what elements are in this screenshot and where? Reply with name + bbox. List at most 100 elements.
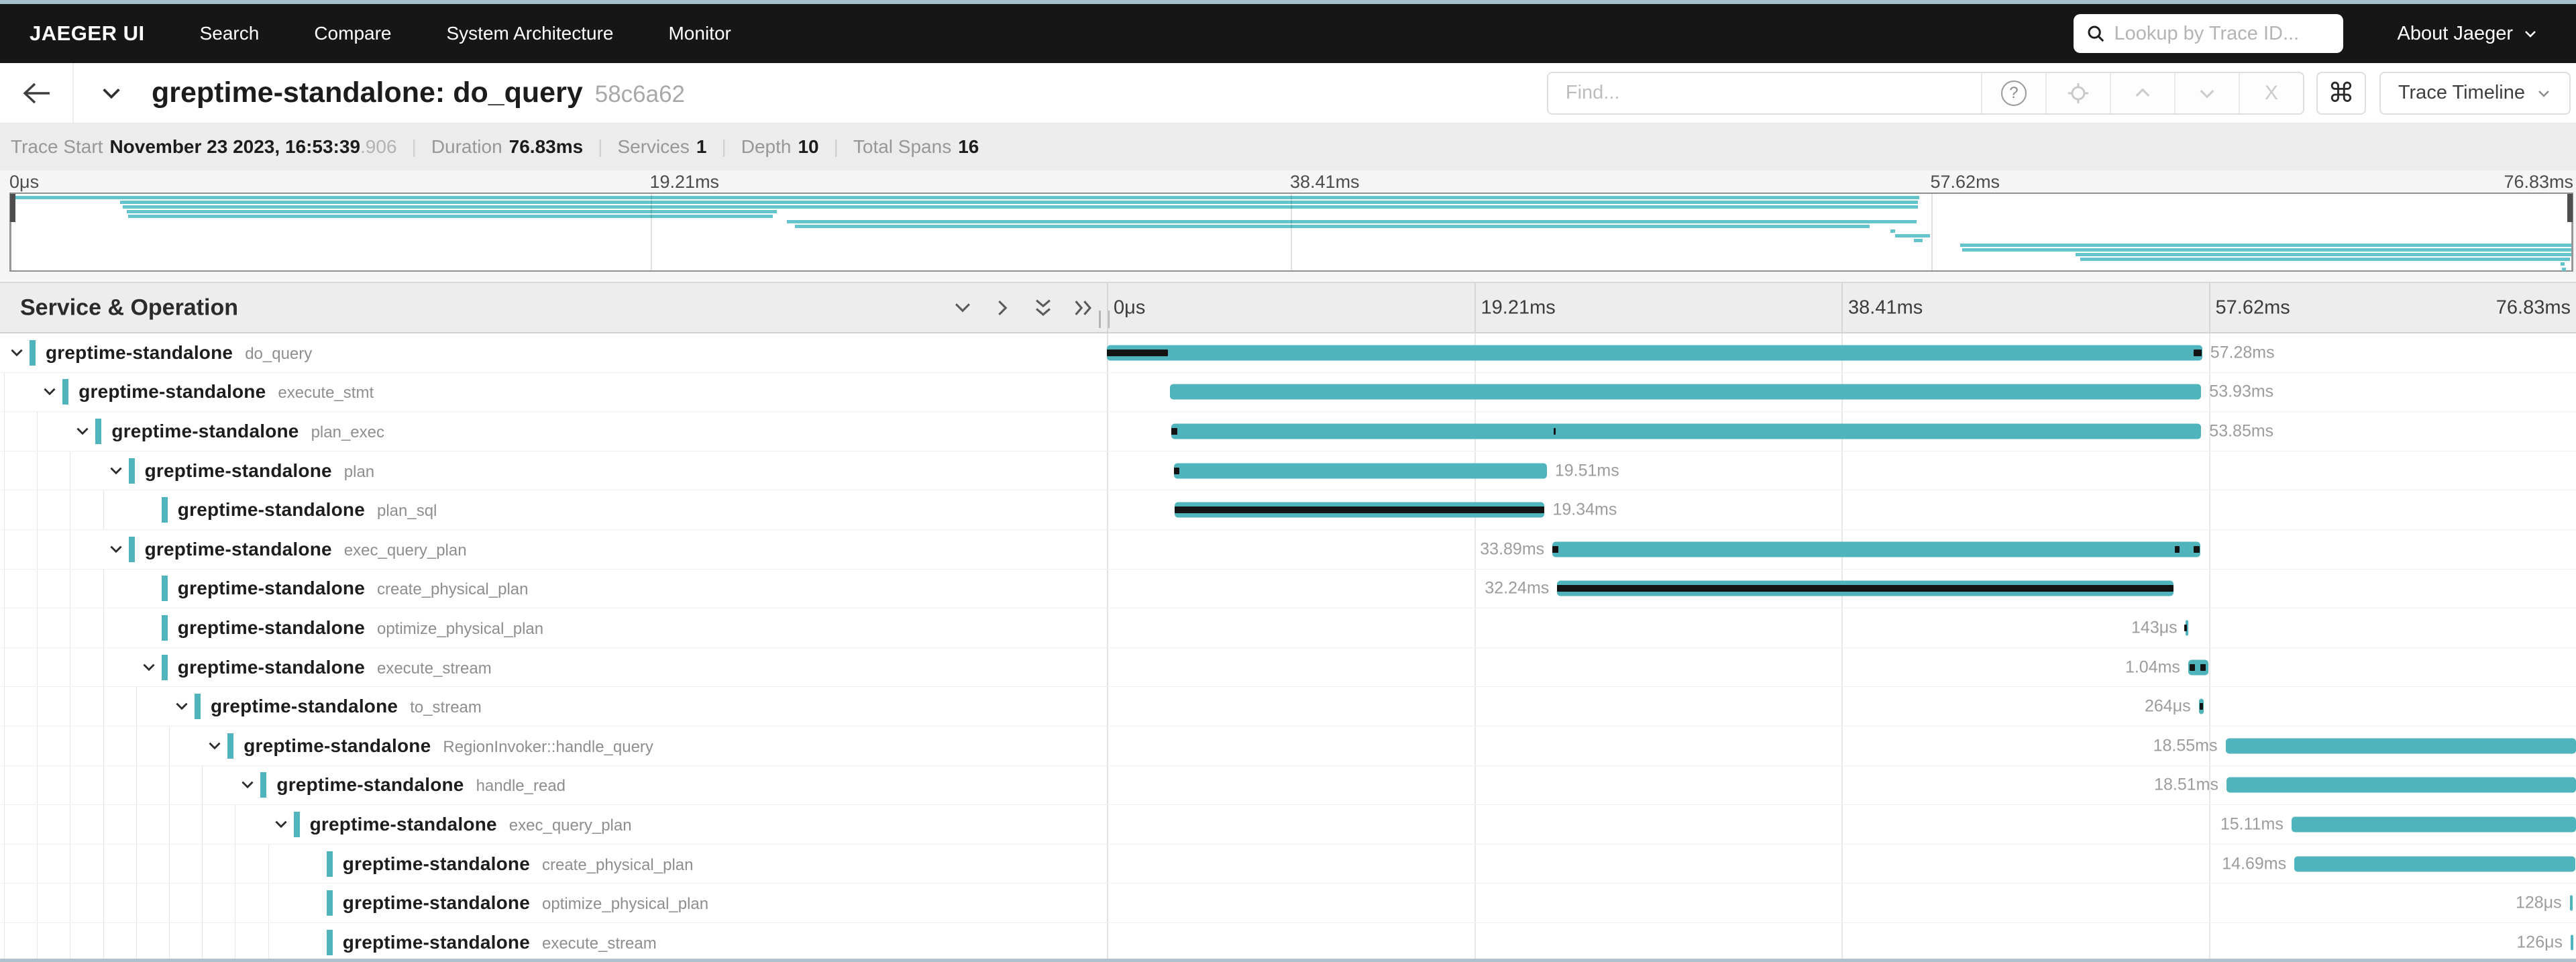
span-color-indicator (62, 379, 68, 405)
span-collapse-chevron[interactable] (74, 423, 91, 440)
about-jaeger-menu[interactable]: About Jaeger (2397, 23, 2538, 45)
span-duration-bar[interactable] (1107, 345, 2202, 360)
span-row[interactable]: greptime-standaloneexec_query_plan33.89m… (0, 530, 2576, 570)
span-timeline-cell[interactable]: 19.34ms (1107, 490, 2576, 530)
trace-view-selector[interactable]: Trace Timeline (2379, 72, 2571, 115)
find-clear-button[interactable]: X (2239, 73, 2303, 113)
span-tree-cell[interactable]: greptime-standalonehandle_read (0, 766, 1107, 806)
span-collapse-chevron[interactable] (8, 344, 25, 362)
tree-guide-line (4, 845, 5, 884)
span-collapse-chevron[interactable] (140, 659, 158, 676)
expand-all-button[interactable] (1072, 297, 1095, 319)
span-tree-cell[interactable]: greptime-standalonedo_query (0, 333, 1107, 373)
find-input[interactable]: Find... (1548, 73, 1981, 113)
span-duration-bar[interactable] (2294, 856, 2575, 871)
nav-item-system-architecture[interactable]: System Architecture (447, 23, 614, 44)
span-collapse-chevron[interactable] (41, 383, 58, 400)
expand-one-button[interactable] (991, 297, 1014, 319)
find-focus-button[interactable] (2045, 73, 2110, 113)
collapse-trace-header-button[interactable] (98, 82, 125, 105)
span-row[interactable]: greptime-standaloneexecute_stmt 53.93ms (0, 373, 2576, 413)
span-tree-cell[interactable]: greptime-standaloneRegionInvoker::handle… (0, 727, 1107, 766)
span-timeline-cell[interactable]: 128μs (1107, 884, 2576, 923)
nav-item-monitor[interactable]: Monitor (668, 23, 731, 44)
span-tree-cell[interactable]: greptime-standaloneexecute_stream (0, 923, 1107, 962)
find-next-button[interactable] (2174, 73, 2239, 113)
span-duration-label: 19.34ms (1552, 500, 1617, 520)
span-timeline-cell[interactable]: 53.85ms (1107, 412, 2576, 451)
span-row[interactable]: greptime-standaloneoptimize_physical_pla… (0, 608, 2576, 648)
span-timeline-cell[interactable]: 18.51ms (1107, 766, 2576, 806)
span-timeline-cell[interactable]: 1.04ms (1107, 648, 2576, 688)
span-timeline-cell[interactable]: 264μs (1107, 687, 2576, 727)
span-duration-bar[interactable] (2570, 896, 2573, 911)
keyboard-shortcuts-button[interactable]: ⌘ (2316, 72, 2366, 115)
span-collapse-chevron[interactable] (173, 698, 191, 715)
span-row[interactable]: greptime-standaloneplan_sql 19.34ms (0, 490, 2576, 530)
minimap-right-handle[interactable] (2567, 194, 2573, 222)
find-help-button[interactable]: ? (1981, 73, 2045, 113)
span-duration-bar[interactable] (2226, 738, 2576, 753)
span-duration-bar[interactable] (2226, 778, 2576, 793)
span-row[interactable]: greptime-standaloneoptimize_physical_pla… (0, 884, 2576, 923)
span-timeline-cell[interactable]: 33.89ms (1107, 530, 2576, 570)
span-duration-bar[interactable] (1171, 423, 2201, 439)
app-logo[interactable]: JAEGER UI (30, 21, 145, 46)
span-timeline-cell[interactable]: 19.51ms (1107, 451, 2576, 491)
span-row[interactable]: greptime-standaloneexec_query_plan15.11m… (0, 805, 2576, 845)
span-collapse-chevron[interactable] (206, 737, 223, 755)
span-timeline-cell[interactable]: 126μs (1107, 923, 2576, 962)
span-duration-bar[interactable] (1552, 541, 2200, 557)
span-tree-cell[interactable]: greptime-standalonecreate_physical_plan (0, 845, 1107, 884)
span-tree-cell[interactable]: greptime-standaloneto_stream (0, 687, 1107, 727)
span-tree-cell[interactable]: greptime-standaloneoptimize_physical_pla… (0, 608, 1107, 648)
critical-path-mark (1174, 468, 1179, 474)
collapse-one-button[interactable] (951, 297, 974, 319)
span-row[interactable]: greptime-standaloneexecute_stream126μs (0, 923, 2576, 962)
span-tree-cell[interactable]: greptime-standalonecreate_physical_plan (0, 570, 1107, 609)
span-tree-cell[interactable]: greptime-standaloneexecute_stmt (0, 373, 1107, 413)
span-row[interactable]: greptime-standaloneRegionInvoker::handle… (0, 727, 2576, 766)
span-row[interactable]: greptime-standaloneplan19.51ms (0, 451, 2576, 491)
span-tree-cell[interactable]: greptime-standaloneexec_query_plan (0, 530, 1107, 570)
find-prev-button[interactable] (2110, 73, 2174, 113)
span-tree-cell[interactable]: greptime-standaloneplan_sql (0, 490, 1107, 530)
span-timeline-cell[interactable]: 143μs (1107, 608, 2576, 648)
span-row[interactable]: greptime-standalonecreate_physical_plan3… (0, 570, 2576, 609)
collapse-all-button[interactable] (1032, 297, 1055, 319)
trace-lookup-input[interactable]: Lookup by Trace ID... (2074, 14, 2343, 53)
span-row[interactable]: greptime-standaloneto_stream264μs (0, 687, 2576, 727)
span-duration-bar[interactable] (1174, 463, 1547, 478)
span-timeline-cell[interactable]: 32.24ms (1107, 570, 2576, 609)
span-row[interactable]: greptime-standalonehandle_read18.51ms (0, 766, 2576, 806)
span-timeline-cell[interactable]: 15.11ms (1107, 805, 2576, 845)
span-tree-cell[interactable]: greptime-standaloneplan (0, 451, 1107, 491)
span-timeline-cell[interactable]: 14.69ms (1107, 845, 2576, 884)
span-tree-cell[interactable]: greptime-standaloneoptimize_physical_pla… (0, 884, 1107, 923)
minimap-left-handle[interactable] (10, 194, 15, 222)
span-row[interactable]: greptime-standalonedo_query57.28ms (0, 333, 2576, 373)
span-collapse-chevron[interactable] (239, 776, 256, 794)
span-timeline-cell[interactable]: 53.93ms (1107, 373, 2576, 413)
span-duration-bar[interactable] (2292, 816, 2576, 832)
minimap-canvas[interactable] (9, 193, 2573, 272)
span-timeline-cell[interactable]: 57.28ms (1107, 333, 2576, 373)
span-service-name: greptime-standalone (211, 696, 398, 716)
span-row[interactable]: greptime-standaloneplan_exec53.85ms (0, 412, 2576, 451)
span-duration-bar[interactable] (2571, 934, 2573, 950)
span-tree-cell[interactable]: greptime-standaloneplan_exec (0, 412, 1107, 451)
span-collapse-chevron[interactable] (107, 541, 125, 558)
span-names: greptime-standaloneexecute_stmt (78, 381, 374, 403)
span-tree-cell[interactable]: greptime-standaloneexec_query_plan (0, 805, 1107, 845)
chevron-down-icon (206, 737, 223, 755)
span-duration-bar[interactable] (1170, 384, 2201, 400)
span-tree-cell[interactable]: greptime-standaloneexecute_stream (0, 648, 1107, 688)
span-collapse-chevron[interactable] (272, 816, 290, 833)
span-collapse-chevron[interactable] (107, 462, 125, 480)
span-row[interactable]: greptime-standaloneexecute_stream1.04ms (0, 648, 2576, 688)
nav-item-search[interactable]: Search (200, 23, 260, 44)
back-button[interactable] (0, 63, 74, 123)
nav-item-compare[interactable]: Compare (314, 23, 391, 44)
span-timeline-cell[interactable]: 18.55ms (1107, 727, 2576, 766)
span-row[interactable]: greptime-standalonecreate_physical_plan1… (0, 845, 2576, 884)
